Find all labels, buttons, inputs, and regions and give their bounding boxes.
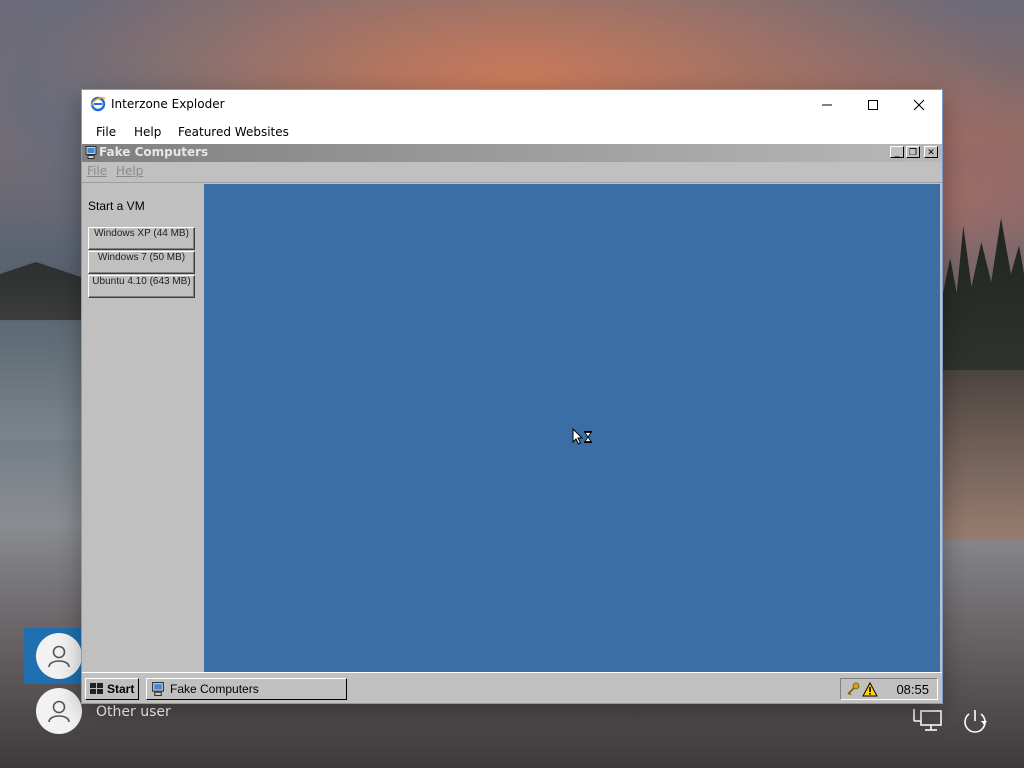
sidebar-heading: Start a VM <box>88 199 145 213</box>
app-minimize-button[interactable]: _ <box>890 146 904 158</box>
busy-cursor-icon <box>572 428 592 445</box>
minimize-button[interactable] <box>804 90 850 119</box>
maximize-icon <box>868 99 878 110</box>
landscape-water <box>0 320 90 440</box>
user-avatar[interactable] <box>36 633 82 679</box>
start-windows-7-button[interactable]: Windows 7 (50 MB) <box>88 251 195 274</box>
taskbar-item-fake-computers[interactable]: Fake Computers <box>146 678 347 700</box>
emulated-desktop[interactable] <box>204 184 940 672</box>
start-windows-xp-button[interactable]: Windows XP (44 MB) <box>88 227 195 250</box>
power-icon[interactable] <box>958 706 992 736</box>
app-restore-button[interactable]: ❐ <box>906 146 920 158</box>
warning-icon[interactable] <box>862 681 878 697</box>
vm-sidebar: Start a VM Windows XP (44 MB) Windows 7 … <box>82 184 204 672</box>
app-titlebar[interactable]: Fake Computers _ ❐ ✕ <box>82 144 942 162</box>
user-icon <box>48 645 70 668</box>
app-menu-help[interactable]: Help <box>116 164 143 178</box>
app-close-button[interactable]: ✕ <box>924 146 938 158</box>
menu-file[interactable]: File <box>96 125 116 139</box>
taskbar-clock: 08:55 <box>896 682 929 697</box>
menu-featured-websites[interactable]: Featured Websites <box>178 125 289 139</box>
system-tray: 08:55 <box>840 678 938 700</box>
close-icon <box>913 99 925 110</box>
browser-title: Interzone Exploder <box>111 97 225 111</box>
minimize-icon <box>822 104 832 105</box>
start-button[interactable]: Start <box>85 678 139 700</box>
taskbar-item-label: Fake Computers <box>170 682 259 696</box>
start-label: Start <box>107 682 135 696</box>
other-user-avatar[interactable] <box>36 688 82 734</box>
browser-menubar: File Help Featured Websites <box>82 119 942 144</box>
browser-titlebar[interactable]: Interzone Exploder <box>82 90 942 119</box>
landscape-hill <box>0 262 90 322</box>
start-ubuntu-button[interactable]: Ubuntu 4.10 (643 MB) <box>88 275 195 298</box>
network-icon[interactable] <box>910 706 944 736</box>
landscape-trees <box>942 218 1024 370</box>
fake-computers-window: Fake Computers _ ❐ ✕ File Help Start a V… <box>82 144 942 703</box>
landscape-reflection <box>942 370 1024 540</box>
lock-screen-background: Other user Interzone Exploder File Help … <box>0 0 1024 768</box>
key-icon[interactable] <box>846 682 860 696</box>
menu-help[interactable]: Help <box>134 125 161 139</box>
windows-logo-icon <box>90 683 103 694</box>
app-menubar: File Help <box>82 162 942 183</box>
maximize-button[interactable] <box>850 90 896 119</box>
computer-icon <box>152 682 164 696</box>
app-title: Fake Computers <box>99 145 209 159</box>
app-menu-file[interactable]: File <box>87 164 107 178</box>
other-user-label[interactable]: Other user <box>96 704 171 720</box>
emulated-taskbar: Start Fake Computers 08:55 <box>82 672 942 703</box>
browser-window: Interzone Exploder File Help Featured We… <box>82 90 942 703</box>
close-button[interactable] <box>896 90 942 119</box>
user-icon <box>48 700 70 723</box>
computer-icon <box>85 146 97 159</box>
ie-logo-icon <box>90 96 106 112</box>
